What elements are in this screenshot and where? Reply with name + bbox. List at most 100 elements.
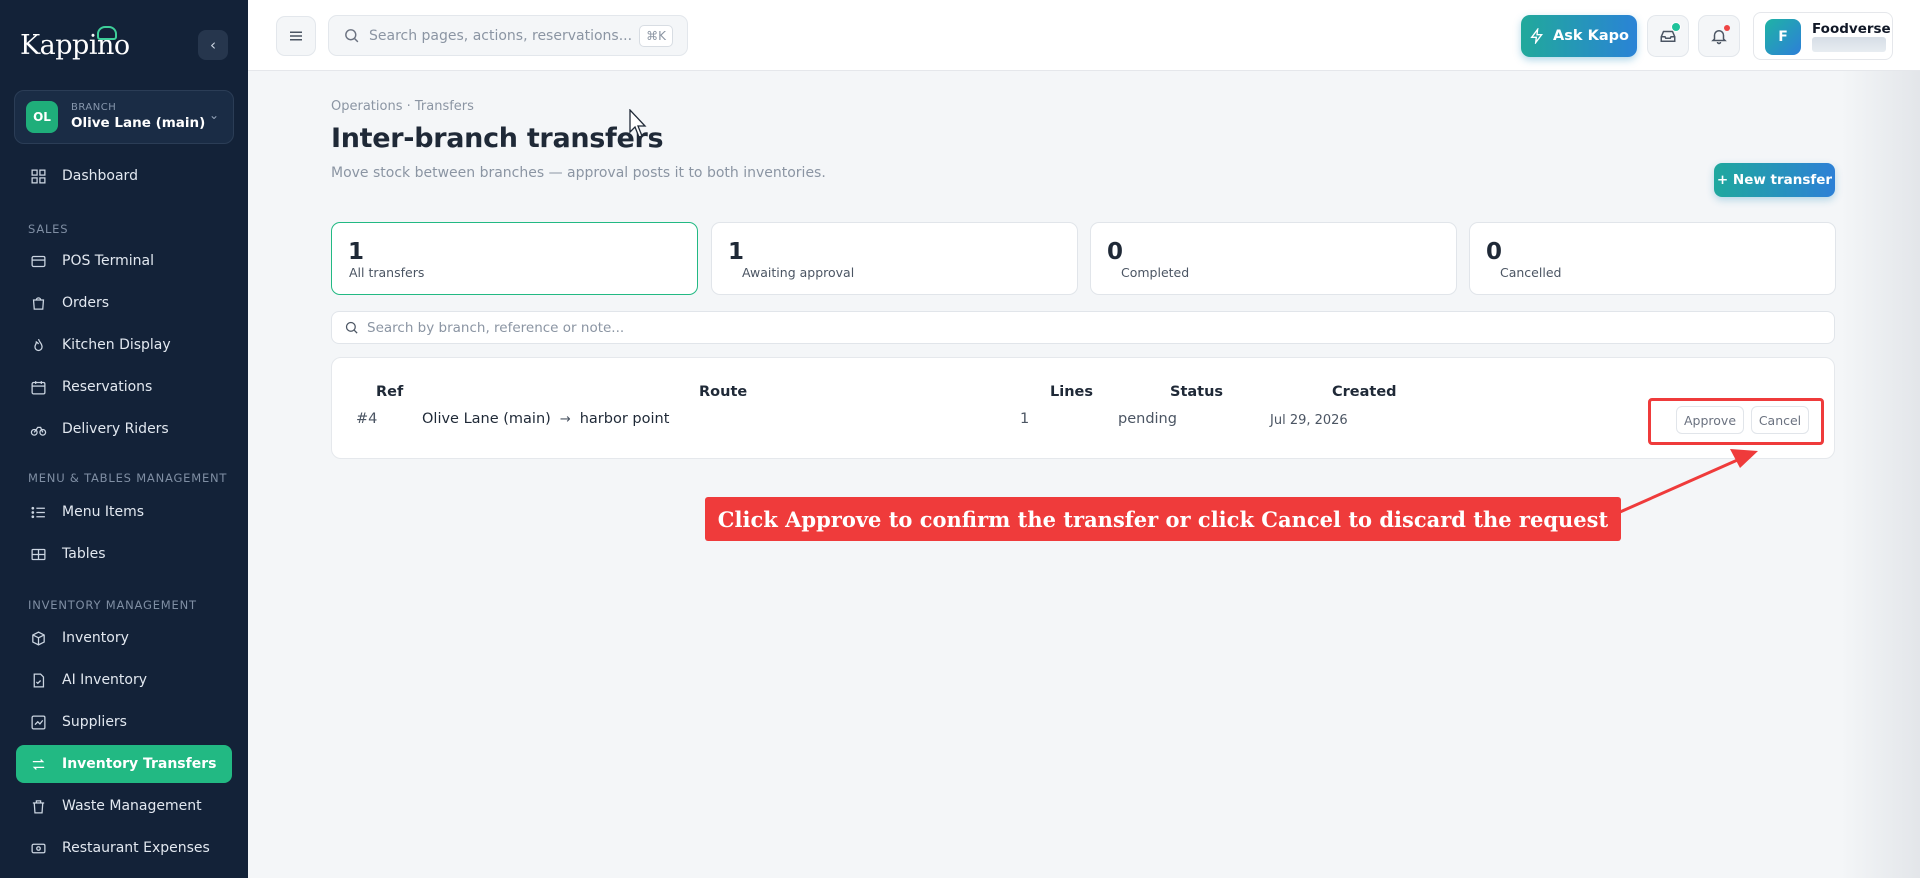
branch-label: BRANCH xyxy=(71,102,117,113)
bolt-icon xyxy=(1530,28,1544,44)
column-header-created: Created xyxy=(1332,384,1397,400)
cell-created: Jul 29, 2026 xyxy=(1270,413,1348,428)
stat-value: 1 xyxy=(348,239,365,265)
search-icon xyxy=(345,29,359,43)
sidebar-item-label: Dashboard xyxy=(62,168,138,184)
cell-route: Olive Lane (main) → harbor point xyxy=(422,411,669,427)
column-header-ref: Ref xyxy=(376,384,404,400)
page-edge-shadow xyxy=(1840,71,1920,878)
sidebar-item-label: Restaurant Expenses xyxy=(62,840,210,856)
notification-dot xyxy=(1724,25,1730,31)
collapse-sidebar-button[interactable]: ‹ xyxy=(198,30,228,60)
transfers-table: Ref Route Lines Status Created #4 Olive … xyxy=(331,357,1835,459)
bike-icon xyxy=(28,419,48,439)
sidebar-item-restaurant-expenses[interactable]: Restaurant Expenses xyxy=(16,829,232,867)
sidebar-item-dashboard[interactable]: Dashboard xyxy=(16,157,232,195)
sidebar: Kappino ‹ OL BRANCH Olive Lane (main) ⌄ … xyxy=(0,0,248,878)
stat-value: 0 xyxy=(1107,239,1124,265)
messages-button[interactable] xyxy=(1647,15,1689,57)
sidebar-item-label: Menu Items xyxy=(62,504,145,520)
flame-icon xyxy=(28,335,48,355)
search-icon xyxy=(345,321,358,334)
chef-hat-icon xyxy=(97,26,117,40)
global-search-input[interactable]: Search pages, actions, reservations... ⌘… xyxy=(328,15,688,56)
branch-name: Olive Lane (main) xyxy=(71,115,206,131)
list-icon xyxy=(28,502,48,522)
calendar-icon xyxy=(28,377,48,397)
mouse-cursor-icon xyxy=(629,109,647,138)
chevron-left-icon: ‹ xyxy=(210,36,216,54)
sidebar-item-label: Orders xyxy=(62,295,110,311)
search-placeholder: Search by branch, reference or note... xyxy=(367,320,625,336)
chart-icon xyxy=(28,712,48,732)
grid-icon xyxy=(28,544,48,564)
swap-icon xyxy=(28,754,48,774)
new-transfer-button[interactable]: + New transfer xyxy=(1714,163,1835,197)
branch-selector[interactable]: OL BRANCH Olive Lane (main) ⌄ xyxy=(14,90,234,144)
sidebar-item-label: Kitchen Display xyxy=(62,337,171,353)
sidebar-item-label: Suppliers xyxy=(62,714,127,730)
sidebar-item-ai-inventory[interactable]: AI Inventory xyxy=(16,661,232,699)
avatar: F xyxy=(1765,19,1801,55)
shortcut-badge: ⌘K xyxy=(639,25,673,47)
box-icon xyxy=(28,628,48,648)
search-placeholder: Search pages, actions, reservations... xyxy=(369,28,633,44)
sidebar-item-orders[interactable]: Orders xyxy=(16,284,232,322)
ask-kapo-button[interactable]: Ask Kapo xyxy=(1521,15,1637,57)
online-dot xyxy=(1671,22,1681,32)
transfer-search-input[interactable]: Search by branch, reference or note... xyxy=(331,311,1835,344)
breadcrumb: Operations · Transfers xyxy=(331,99,474,114)
notifications-button[interactable] xyxy=(1698,15,1740,57)
bag-icon xyxy=(28,293,48,313)
sidebar-item-label: Delivery Riders xyxy=(62,421,169,437)
sidebar-item-inventory-transfers[interactable]: Inventory Transfers xyxy=(16,745,232,783)
stat-card-awaiting-approval[interactable]: 1 Awaiting approval xyxy=(711,222,1078,295)
trash-icon xyxy=(28,796,48,816)
section-sales: SALES xyxy=(28,222,69,236)
route-from: Olive Lane (main) xyxy=(422,411,551,427)
stat-label: Awaiting approval xyxy=(742,265,855,280)
section-inventory: INVENTORY MANAGEMENT xyxy=(28,598,197,612)
sidebar-item-suppliers[interactable]: Suppliers xyxy=(16,703,232,741)
chevron-down-icon: ⌄ xyxy=(208,108,219,122)
column-header-route: Route xyxy=(699,384,748,400)
column-header-status: Status xyxy=(1170,384,1224,400)
user-subtitle-redacted xyxy=(1812,37,1886,52)
ai-doc-icon xyxy=(28,670,48,690)
sidebar-item-delivery-riders[interactable]: Delivery Riders xyxy=(16,410,232,448)
page-subtitle: Move stock between branches — approval p… xyxy=(331,165,826,181)
dashboard-icon xyxy=(28,166,48,186)
stat-card-cancelled[interactable]: 0 Cancelled xyxy=(1469,222,1836,295)
hamburger-icon xyxy=(290,31,302,41)
annotation-callout: Click Approve to confirm the transfer or… xyxy=(705,497,1621,541)
sidebar-item-kitchen-display[interactable]: Kitchen Display xyxy=(16,326,232,364)
stat-value: 1 xyxy=(728,239,745,265)
sidebar-item-menu-items[interactable]: Menu Items xyxy=(16,493,232,531)
user-menu[interactable]: F Foodverse xyxy=(1753,12,1893,60)
sidebar-item-label: Waste Management xyxy=(62,798,202,814)
sidebar-item-waste-management[interactable]: Waste Management xyxy=(16,787,232,825)
stat-label: All transfers xyxy=(349,265,425,280)
stat-value: 0 xyxy=(1486,239,1503,265)
top-bar: Search pages, actions, reservations... ⌘… xyxy=(248,0,1920,71)
menu-button[interactable] xyxy=(276,16,316,56)
pos-icon xyxy=(28,251,48,271)
sidebar-item-label: Inventory Transfers xyxy=(62,756,217,772)
cell-status: pending xyxy=(1118,411,1177,427)
cell-ref: #4 xyxy=(356,411,378,427)
sidebar-item-tables[interactable]: Tables xyxy=(16,535,232,573)
user-name: Foodverse xyxy=(1812,21,1891,37)
cash-icon xyxy=(28,838,48,858)
branch-avatar: OL xyxy=(26,101,58,133)
column-header-lines: Lines xyxy=(1050,384,1093,400)
sidebar-item-pos-terminal[interactable]: POS Terminal xyxy=(16,242,232,280)
stat-label: Cancelled xyxy=(1500,265,1562,280)
stat-card-all-transfers[interactable]: 1 All transfers xyxy=(331,222,698,295)
sidebar-item-reservations[interactable]: Reservations xyxy=(16,368,232,406)
route-to: harbor point xyxy=(579,411,670,427)
stat-card-completed[interactable]: 0 Completed xyxy=(1090,222,1457,295)
sidebar-item-inventory[interactable]: Inventory xyxy=(16,619,232,657)
cell-lines: 1 xyxy=(1020,411,1030,427)
stat-label: Completed xyxy=(1121,265,1190,280)
sidebar-item-label: AI Inventory xyxy=(62,672,148,688)
